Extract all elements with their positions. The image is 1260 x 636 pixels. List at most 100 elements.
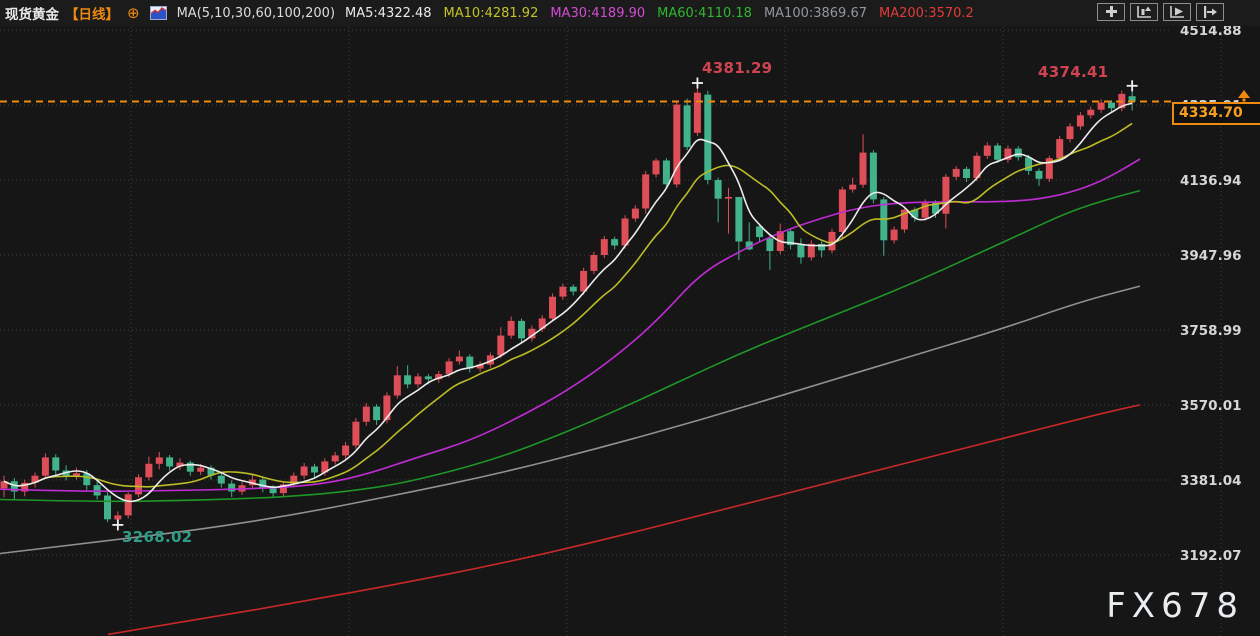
annotation-low: 3268.02: [122, 528, 192, 546]
candle: [1036, 169, 1043, 186]
candle: [570, 284, 577, 295]
candle: [342, 442, 349, 459]
watermark-logo: FX678: [1106, 586, 1244, 626]
add-indicator-icon[interactable]: ⊕: [127, 6, 140, 21]
chart-header: 现货黄金 【日线】 ⊕ MA(5,10,30,60,100,200) MA5:4…: [0, 0, 1260, 26]
candle: [466, 354, 473, 372]
chart-type-icon[interactable]: [150, 6, 167, 20]
ma-value-ma100: MA100:3869.67: [764, 6, 867, 21]
candle: [301, 463, 308, 479]
candle: [1046, 156, 1053, 182]
extreme-cross-marker: [1127, 80, 1138, 91]
candle: [187, 461, 194, 476]
ma-values-legend: MA5:4322.48 MA10:4281.92 MA30:4189.90 MA60:…: [345, 6, 974, 21]
candle: [73, 468, 80, 480]
candle: [518, 319, 525, 343]
candle: [1, 476, 8, 497]
candle: [590, 252, 597, 274]
symbol-title: 现货黄金: [5, 3, 59, 23]
candle: [394, 366, 401, 399]
candle: [1087, 107, 1094, 119]
candle: [797, 238, 804, 263]
ma-line-ma10: [4, 123, 1132, 486]
candle: [787, 229, 794, 250]
candle: [1015, 146, 1022, 160]
chart-toolbar: [1097, 3, 1224, 21]
extreme-cross-marker: [692, 78, 703, 89]
candle: [829, 229, 836, 254]
candle: [777, 224, 784, 255]
candle: [849, 178, 856, 193]
play-forward-button[interactable]: [1163, 3, 1191, 21]
candle: [642, 171, 649, 214]
candles-group: [1, 83, 1136, 525]
ma-value-ma30: MA30:4189.90: [550, 6, 645, 21]
candle: [249, 475, 256, 489]
price-up-arrow-icon[interactable]: [1237, 87, 1251, 106]
candle: [984, 142, 991, 159]
candle: [42, 453, 49, 478]
annotation-high-recent: 4374.41: [1038, 63, 1108, 81]
candle: [694, 83, 701, 136]
candle: [891, 226, 898, 243]
candle: [176, 458, 183, 470]
y-axis-label: 3381.04: [1180, 473, 1242, 489]
candle: [21, 480, 28, 497]
candle: [559, 284, 566, 300]
candle: [52, 454, 59, 475]
play-forward-icon: [1169, 5, 1185, 19]
candle: [953, 166, 960, 180]
auto-scale-button[interactable]: [1130, 3, 1158, 21]
candle: [94, 481, 101, 499]
candle: [145, 457, 152, 481]
candle: [218, 473, 225, 488]
ma-value-ma200: MA200:3570.2: [879, 6, 974, 21]
candle: [870, 150, 877, 203]
y-axis-label: 3947.96: [1180, 248, 1242, 264]
candle: [104, 492, 111, 522]
candle: [363, 403, 370, 426]
candle: [860, 134, 867, 188]
go-to-latest-button[interactable]: [1196, 3, 1224, 21]
y-axis-label: 3758.99: [1180, 323, 1242, 339]
candle: [725, 188, 732, 234]
candle: [508, 317, 515, 339]
candle: [715, 178, 722, 223]
candle: [766, 236, 773, 270]
candle: [311, 464, 318, 478]
candle: [156, 452, 163, 469]
ma-line-ma5: [4, 103, 1132, 501]
candle: [477, 361, 484, 371]
y-axis-label: 3192.07: [1180, 548, 1242, 564]
pan-button[interactable]: [1097, 3, 1125, 21]
candle: [1067, 123, 1074, 142]
candle: [808, 240, 815, 260]
trading-chart-screen: 4514.884325.914136.943947.963758.993570.…: [0, 0, 1260, 636]
candle: [166, 455, 173, 471]
candle: [684, 99, 691, 151]
candle: [332, 452, 339, 465]
candle: [280, 481, 287, 496]
ma-indicator-label[interactable]: MA(5,10,30,60,100,200): [177, 6, 335, 21]
candle: [1077, 112, 1084, 130]
candle: [880, 197, 887, 256]
ma-value-ma60: MA60:4110.18: [657, 6, 752, 21]
pan-icon: [1104, 5, 1119, 19]
candle: [601, 236, 608, 258]
candle: [611, 237, 618, 250]
period-label[interactable]: 【日线】: [65, 3, 119, 23]
candle: [125, 492, 132, 518]
candle: [549, 294, 556, 322]
candle: [673, 101, 680, 187]
candle: [373, 404, 380, 425]
candle: [653, 158, 660, 177]
candle: [415, 373, 422, 387]
go-to-latest-icon: [1202, 5, 1218, 19]
auto-scale-icon: [1136, 5, 1152, 19]
candle: [32, 473, 39, 488]
ma-value-ma10: MA10:4281.92: [444, 6, 539, 21]
candle: [632, 205, 639, 221]
ma-value-ma5: MA5:4322.48: [345, 6, 432, 21]
candle: [1004, 146, 1011, 163]
y-axis-label: 4136.94: [1180, 173, 1242, 189]
